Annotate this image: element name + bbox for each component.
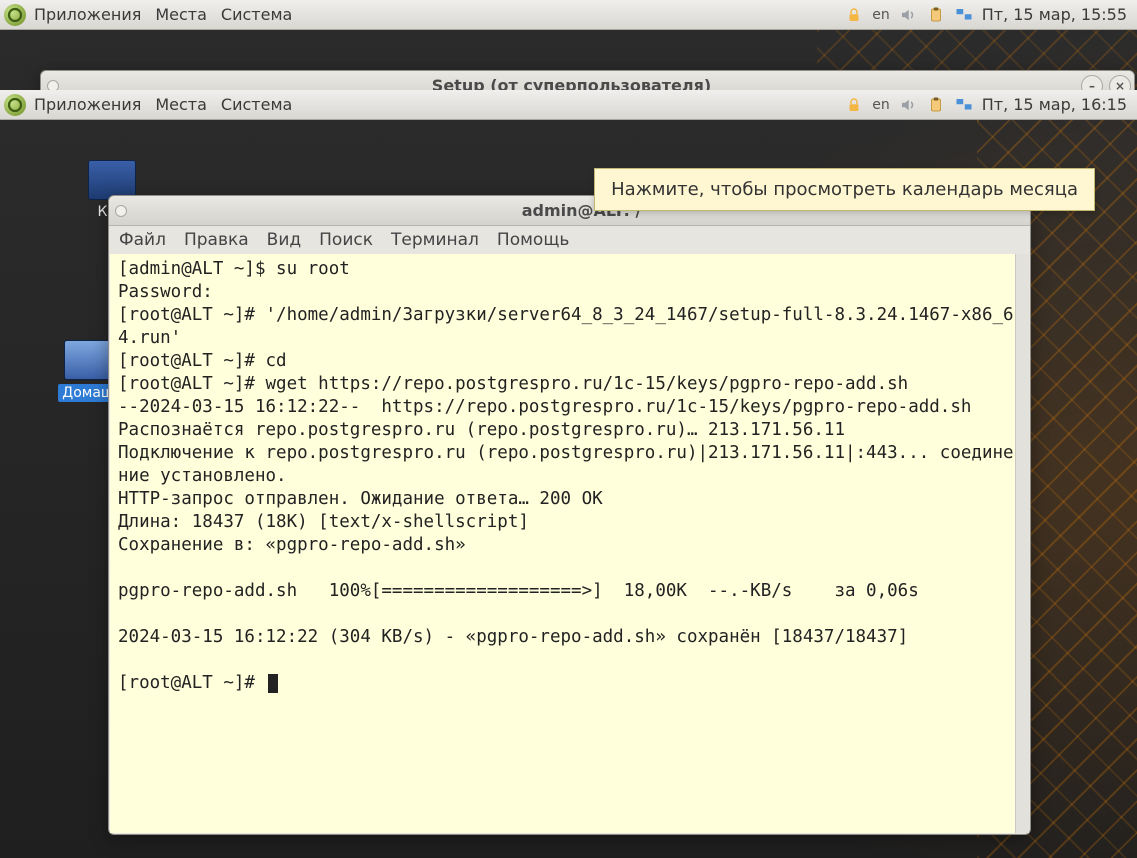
menu-view[interactable]: Вид: [267, 230, 301, 250]
clock[interactable]: Пт, 15 мар, 15:55: [982, 5, 1133, 24]
menu-applications[interactable]: Приложения: [34, 5, 141, 24]
menu-places[interactable]: Места: [155, 95, 207, 114]
terminal-window[interactable]: admin@ALT: / Файл Правка Вид Поиск Терми…: [108, 195, 1031, 835]
menu-help[interactable]: Помощь: [497, 230, 569, 250]
menu-search[interactable]: Поиск: [319, 230, 373, 250]
clipboard-icon[interactable]: [926, 5, 946, 25]
window-menu-button[interactable]: [115, 205, 127, 217]
menu-edit[interactable]: Правка: [184, 230, 249, 250]
distro-icon[interactable]: [4, 94, 26, 116]
network-icon[interactable]: [954, 95, 974, 115]
menu-places[interactable]: Места: [155, 5, 207, 24]
outer-top-panel: Приложения Места Система en Пт, 15 мар, …: [0, 0, 1137, 30]
inner-top-panel: Приложения Места Система en Пт, 15 мар, …: [0, 90, 1137, 120]
network-icon[interactable]: [954, 5, 974, 25]
distro-icon[interactable]: [4, 4, 26, 26]
inner-screenshot-layer: Приложения Места Система en Пт, 15 мар, …: [0, 90, 1137, 858]
menu-terminal[interactable]: Терминал: [391, 230, 479, 250]
volume-icon[interactable]: [898, 95, 918, 115]
lock-icon[interactable]: [844, 5, 864, 25]
clipboard-icon[interactable]: [926, 95, 946, 115]
calendar-tooltip: Нажмите, чтобы просмотреть календарь мес…: [594, 168, 1095, 211]
inner-desktop: Ком Домаш К admin@ALT: / Файл Правка Вид…: [0, 120, 1137, 858]
terminal-output[interactable]: [admin@ALT ~]$ su root Password: [root@A…: [110, 254, 1029, 833]
folder-icon: [64, 340, 112, 380]
menu-applications[interactable]: Приложения: [34, 95, 141, 114]
menu-system[interactable]: Система: [221, 95, 292, 114]
lang-indicator[interactable]: en: [872, 7, 890, 23]
monitor-icon: [88, 160, 136, 200]
menu-system[interactable]: Система: [221, 5, 292, 24]
lang-indicator[interactable]: en: [872, 97, 890, 113]
clock[interactable]: Пт, 15 мар, 16:15: [982, 95, 1133, 114]
terminal-menubar: Файл Правка Вид Поиск Терминал Помощь: [109, 226, 1030, 254]
lock-icon[interactable]: [844, 95, 864, 115]
volume-icon[interactable]: [898, 5, 918, 25]
menu-file[interactable]: Файл: [119, 230, 166, 250]
terminal-scrollbar[interactable]: [1015, 254, 1029, 833]
